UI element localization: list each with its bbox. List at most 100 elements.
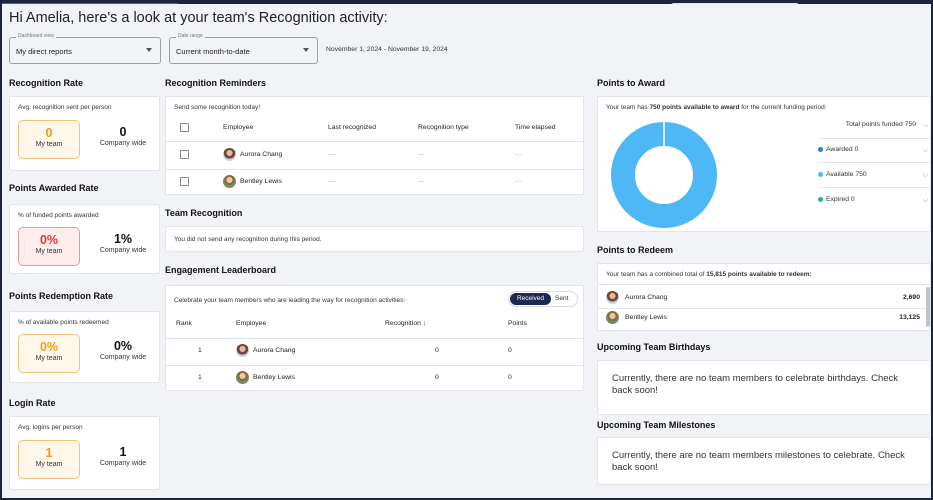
row-divider	[166, 141, 583, 142]
points-awarded-title: Points Awarded Rate	[9, 183, 99, 193]
points-awarded-subtitle: % of funded points awarded	[18, 212, 99, 219]
recognition-rate-card: Avg. recognition sent per person 0 My te…	[9, 96, 160, 171]
row-time-elapsed: ---	[515, 178, 522, 185]
row-checkbox[interactable]	[180, 177, 189, 186]
company-label: Company wide	[99, 354, 147, 361]
milestones-message: Currently, there are no team members mil…	[612, 450, 905, 473]
row-employee-name: Bentley Lewis	[253, 374, 295, 381]
my-team-value: 0%	[39, 340, 59, 354]
my-team-value: 0	[45, 126, 53, 140]
expired-row[interactable]: Expired 0 ⌵	[818, 196, 930, 218]
login-rate-title: Login Rate	[9, 398, 56, 408]
column-points: Points	[508, 320, 527, 327]
my-team-label: My team	[35, 355, 63, 362]
row-rank: 1	[198, 374, 202, 381]
points-redemption-subtitle: % of available points redeemed	[18, 319, 109, 326]
date-range-value: Current month-to-date	[176, 47, 250, 56]
awarded-row[interactable]: Awarded 0 ⌵	[818, 146, 930, 168]
birthdays-title: Upcoming Team Birthdays	[597, 342, 711, 352]
summary-suffix: for the current funding period:	[739, 104, 827, 111]
company-value: 0%	[113, 339, 133, 353]
my-team-metric: 0% My team	[18, 227, 80, 266]
summary-prefix: Your team has a combined total of	[606, 271, 707, 278]
redeem-employee-name: Bentley Lewis	[625, 314, 667, 321]
birthdays-message: Currently, there are no team members to …	[612, 373, 899, 396]
my-team-value: 0%	[39, 233, 59, 247]
company-label: Company wide	[99, 460, 147, 467]
my-team-label: My team	[35, 461, 63, 468]
chevron-down-icon: ⌵	[922, 172, 928, 179]
available-label: Available 750	[826, 171, 867, 178]
caret-down-icon	[146, 48, 152, 52]
points-to-award-title: Points to Award	[597, 78, 666, 88]
company-metric: 0 Company wide	[88, 120, 158, 147]
my-team-metric: 0 My team	[18, 120, 80, 159]
dashboard-view-select[interactable]: Dashboard view My direct reports	[9, 33, 161, 64]
my-team-label: My team	[35, 141, 63, 148]
toggle-sent[interactable]: Sent	[555, 293, 568, 305]
caret-down-icon	[303, 48, 309, 52]
row-divider	[166, 365, 583, 366]
date-range-select[interactable]: Date range Current month-to-date	[169, 33, 318, 64]
login-rate-card: Avg. logins per person 1 My team 1 Compa…	[9, 416, 160, 490]
redeem-row: Bentley Lewis 13,125	[606, 310, 928, 328]
page-greeting: Hi Amelia, here's a look at your team's …	[9, 10, 388, 26]
login-rate-subtitle: Avg. logins per person	[18, 424, 83, 431]
avatar	[606, 311, 619, 324]
my-team-metric: 0% My team	[18, 334, 80, 373]
row-rank: 1	[198, 347, 202, 354]
team-recognition-title: Team Recognition	[165, 208, 243, 218]
available-dot-icon	[818, 171, 823, 177]
row-time-elapsed: ---	[515, 151, 522, 158]
leaderboard-title: Engagement Leaderboard	[165, 265, 277, 275]
column-recognition-sort[interactable]: Recognition ↓	[385, 320, 426, 327]
select-all-checkbox[interactable]	[180, 123, 189, 132]
reminders-prompt: Send some recognition today!	[174, 104, 260, 111]
redeem-scrollbar[interactable]	[926, 287, 930, 327]
company-value: 1	[119, 445, 127, 459]
company-label: Company wide	[99, 247, 147, 254]
my-team-value: 1	[45, 446, 53, 460]
received-sent-toggle: Received Sent	[508, 291, 578, 307]
points-to-award-summary: Your team has 750 points available to aw…	[606, 104, 827, 111]
column-recognition-type: Recognition type	[418, 124, 469, 131]
points-awarded-card: % of funded points awarded 0% My team 1%…	[9, 204, 160, 274]
expired-label: Expired 0	[826, 196, 855, 203]
points-redemption-title: Points Redemption Rate	[9, 291, 114, 301]
company-value: 1%	[113, 232, 133, 246]
total-points-row[interactable]: Total points funded 750 ⌵	[818, 121, 930, 143]
row-employee-name: Aurora Chang	[253, 347, 296, 354]
chevron-down-icon: ⌵	[922, 147, 928, 154]
row-recognition-type: ---	[418, 178, 425, 185]
my-team-metric: 1 My team	[18, 440, 80, 479]
dashboard-view-legend: Dashboard view	[16, 33, 56, 39]
milestones-card: Currently, there are no team members mil…	[597, 437, 931, 485]
column-employee: Employee	[236, 320, 267, 327]
row-points: 0	[508, 347, 512, 354]
team-recognition-card: You did not send any recognition during …	[165, 226, 584, 252]
column-rank: Rank	[176, 320, 192, 327]
summary-prefix: Your team has	[606, 104, 650, 111]
redeem-row: Aurora Chang 2,690	[606, 289, 928, 307]
row-recognition: 0	[435, 374, 439, 381]
row-last-recognized: ---	[328, 178, 335, 185]
company-metric: 0% Company wide	[88, 334, 158, 361]
recognition-rate-subtitle: Avg. recognition sent per person	[18, 104, 112, 111]
points-redemption-card: % of available points redeemed 0% My tea…	[9, 311, 160, 383]
chevron-down-icon: ⌵	[922, 197, 928, 204]
points-to-award-card: Your team has 750 points available to aw…	[597, 96, 931, 232]
expired-dot-icon	[818, 196, 823, 202]
column-time-elapsed: Time elapsed	[515, 124, 556, 131]
date-span: November 1, 2024 - November 19, 2024	[326, 46, 448, 53]
reminders-title: Recognition Reminders	[165, 78, 267, 88]
toggle-received[interactable]: Received	[510, 293, 551, 305]
my-team-label: My team	[35, 248, 63, 255]
awarded-dot-icon	[818, 146, 823, 152]
row-points: 0	[508, 374, 512, 381]
legend-divider	[818, 138, 930, 139]
avatar	[236, 371, 249, 384]
available-row[interactable]: Available 750 ⌵	[818, 171, 930, 193]
row-checkbox[interactable]	[180, 150, 189, 159]
column-last-recognized: Last recognized	[328, 124, 376, 131]
leaderboard-card: Celebrate your team members who are lead…	[165, 285, 584, 391]
